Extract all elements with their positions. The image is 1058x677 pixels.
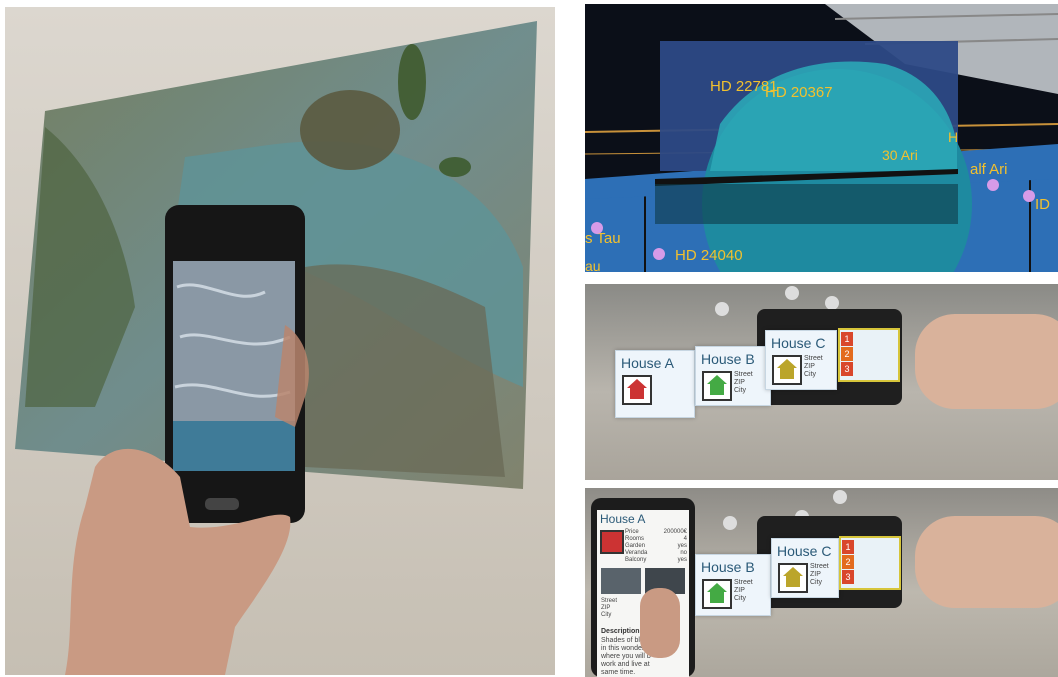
house-card-title: House B — [701, 351, 755, 367]
star-marker — [987, 179, 999, 191]
house-card[interactable]: House A — [615, 350, 695, 418]
star-label-id-partial: ID — [1035, 196, 1050, 213]
star-marker — [591, 222, 603, 234]
house-card-title: House C — [777, 543, 832, 559]
house-card-title: House A — [621, 355, 674, 371]
star-marker — [653, 248, 665, 260]
house-icon — [600, 530, 624, 554]
house-card-address: Street ZIP City — [734, 579, 753, 602]
house-card[interactable]: House C Street ZIP City — [765, 330, 837, 390]
house-card-address: Street ZIP City — [810, 563, 829, 586]
house-card-title: House B — [701, 559, 755, 575]
house-card-address: Street ZIP City — [734, 371, 753, 394]
description-heading: Description — [601, 628, 640, 635]
house-card[interactable]: House B Street ZIP City — [695, 346, 771, 406]
sky-scene — [585, 4, 1058, 272]
star-label-alfari: alf Ari — [970, 161, 1008, 178]
number-2[interactable]: 2 — [841, 347, 853, 361]
number-1[interactable]: 1 — [841, 332, 853, 346]
sky-dome-panel: HD 22781 HD 20367 30 Ari alf Ari s Tau H… — [585, 4, 1058, 272]
house-card[interactable]: House B Street ZIP City — [695, 554, 771, 616]
number-3[interactable]: 3 — [841, 362, 853, 376]
phone-address: Street ZIP City — [601, 598, 618, 618]
arm — [915, 314, 1058, 409]
number-2[interactable]: 2 — [842, 555, 854, 569]
house-icon — [702, 579, 732, 609]
star-marker — [1023, 190, 1035, 202]
star-label-tau: s Tau — [585, 230, 621, 247]
thumb — [640, 588, 680, 658]
phone-values: 200000€ 4 yes no yes — [663, 529, 687, 563]
wrist-cards-panel-top: House A House B Street ZIP City House C St… — [585, 284, 1058, 480]
house-icon — [778, 563, 808, 593]
number-3[interactable]: 3 — [842, 570, 854, 584]
house-icon — [772, 355, 802, 385]
star-label-hd20367: HD 20367 — [765, 84, 833, 101]
star-label-h-partial: H — [948, 129, 959, 145]
number-column: 1 2 3 — [842, 540, 854, 584]
arm — [915, 516, 1058, 608]
star-label-hd24040: HD 24040 — [675, 247, 743, 264]
number-1[interactable]: 1 — [842, 540, 854, 554]
wrist-cards-panel-bottom: House A Price Rooms Garden Veranda Balco… — [585, 488, 1058, 677]
house-icon — [702, 371, 732, 401]
star-label-30ari: 30 Ari — [882, 147, 918, 163]
map-scene — [15, 21, 537, 675]
house-card[interactable]: House C Street ZIP City — [771, 538, 839, 598]
number-column: 1 2 3 — [841, 332, 853, 376]
phone-fields: Price Rooms Garden Veranda Balcony — [625, 529, 648, 563]
star-label-au-partial: au — [585, 258, 601, 272]
house-card-title: House C — [771, 335, 826, 351]
map-with-phone-panel — [5, 7, 555, 675]
phone-title: House A — [600, 512, 646, 526]
house-card-address: Street ZIP City — [804, 355, 823, 378]
house-icon — [622, 375, 652, 405]
photo-thumbnail[interactable] — [601, 568, 641, 594]
